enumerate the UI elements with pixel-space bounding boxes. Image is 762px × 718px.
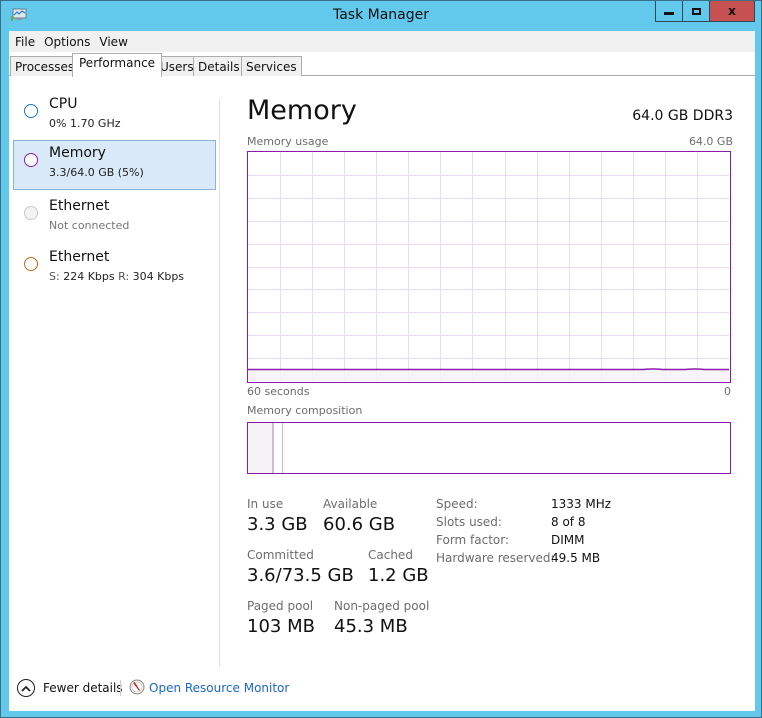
in-use-value: 3.3 GB [247,514,308,535]
paged-pool-label: Paged pool [247,599,314,613]
minimize-button[interactable] [655,1,682,22]
fewer-details-button[interactable] [17,679,35,697]
client-area: File Options View Processes Performance … [9,31,755,711]
hardware-reserved-label: Hardware reserved: [436,551,555,565]
sidebar-item-ethernet-2[interactable]: Ethernet S: 224 Kbps R: 304 Kbps [13,244,216,294]
usage-caption: Memory usage [247,135,329,148]
tab-strip: Processes Performance Users Details Serv… [9,52,755,77]
time-span-label: 60 seconds [247,385,310,398]
usage-max-label: 64.0 GB [688,135,733,148]
available-label: Available [323,497,378,511]
sidebar-divider [219,99,220,667]
menu-bar: File Options View [9,31,755,52]
cached-value: 1.2 GB [368,565,429,586]
open-resource-monitor-link[interactable]: Open Resource Monitor [149,681,289,695]
tab-details[interactable]: Details [193,56,245,76]
sidebar-item-ethernet-1[interactable]: Ethernet Not connected [13,193,216,243]
tab-performance[interactable]: Performance [72,53,163,77]
sidebar-item-subtitle: S: 224 Kbps R: 304 Kbps [49,270,184,283]
menu-view[interactable]: View [99,35,134,49]
hardware-reserved-value: 49.5 MB [551,551,601,565]
memory-ring-icon [24,153,38,167]
paged-pool-value: 103 MB [247,616,315,637]
slots-used-label: Slots used: [436,515,502,529]
resource-monitor-icon [129,679,145,695]
usage-line [248,368,729,371]
footer-divider [120,680,121,696]
sidebar-item-title: Ethernet [49,249,110,265]
standby-segment [274,423,283,473]
nonpaged-pool-label: Non-paged pool [334,599,430,613]
send-label: S: [49,270,60,283]
window-title: Task Manager [332,7,430,23]
send-value: 224 Kbps [63,270,115,283]
committed-value: 3.6/73.5 GB [247,565,354,586]
cpu-ring-icon [24,104,38,118]
page-title: Memory [247,95,357,126]
composition-caption: Memory composition [247,404,363,417]
title-bar[interactable]: Task Manager x [1,1,761,31]
slots-used-value: 8 of 8 [551,515,586,529]
nonpaged-pool-value: 45.3 MB [334,616,408,637]
sidebar-item-title: Memory [49,145,106,161]
memory-panel: Memory 64.0 GB DDR3 Memory usage 64.0 GB… [247,95,733,659]
close-button[interactable]: x [709,1,755,22]
usage-area [248,369,729,381]
committed-label: Committed [247,548,314,562]
cached-label: Cached [368,548,413,562]
menu-options[interactable]: Options [44,35,97,49]
sidebar-item-subtitle: 3.3/64.0 GB (5%) [49,166,144,179]
minimize-icon [664,12,674,15]
in-use-label: In use [247,497,284,511]
maximize-button[interactable] [682,1,709,22]
close-icon: x [728,4,736,18]
sidebar-item-title: Ethernet [49,198,110,214]
performance-sidebar: CPU 0% 1.70 GHz Memory 3.3/64.0 GB (5%) … [9,76,219,666]
sidebar-item-subtitle: Not connected [49,219,130,232]
sidebar-item-cpu[interactable]: CPU 0% 1.70 GHz [13,91,216,141]
time-now-label: 0 [724,385,731,398]
receive-label: R: [118,270,130,283]
fewer-details-link[interactable]: Fewer details [43,681,123,695]
usage-graph-canvas [248,152,729,381]
ethernet-ring-icon [24,206,38,220]
sidebar-item-title: CPU [49,96,78,112]
sidebar-item-memory[interactable]: Memory 3.3/64.0 GB (5%) [13,140,216,190]
task-manager-window: Task Manager x File Options View Process… [0,0,762,718]
sidebar-item-subtitle: 0% 1.70 GHz [49,117,121,130]
tab-services[interactable]: Services [241,56,302,76]
form-factor-value: DIMM [551,533,585,547]
form-factor-label: Form factor: [436,533,510,547]
speed-label: Speed: [436,497,478,511]
receive-value: 304 Kbps [132,270,185,283]
memory-usage-graph [247,151,731,383]
memory-composition-bar [247,422,731,474]
speed-value: 1333 MHz [551,497,612,511]
tab-processes[interactable]: Processes [10,56,80,76]
chevron-up-icon [21,685,31,692]
memory-spec: 64.0 GB DDR3 [632,108,733,124]
ethernet-ring-icon [24,257,38,271]
available-value: 60.6 GB [323,514,396,535]
maximize-icon [691,7,701,15]
in-use-segment [248,423,273,473]
footer: Fewer details Open Resource Monitor [9,676,755,706]
menu-file[interactable]: File [15,35,42,49]
